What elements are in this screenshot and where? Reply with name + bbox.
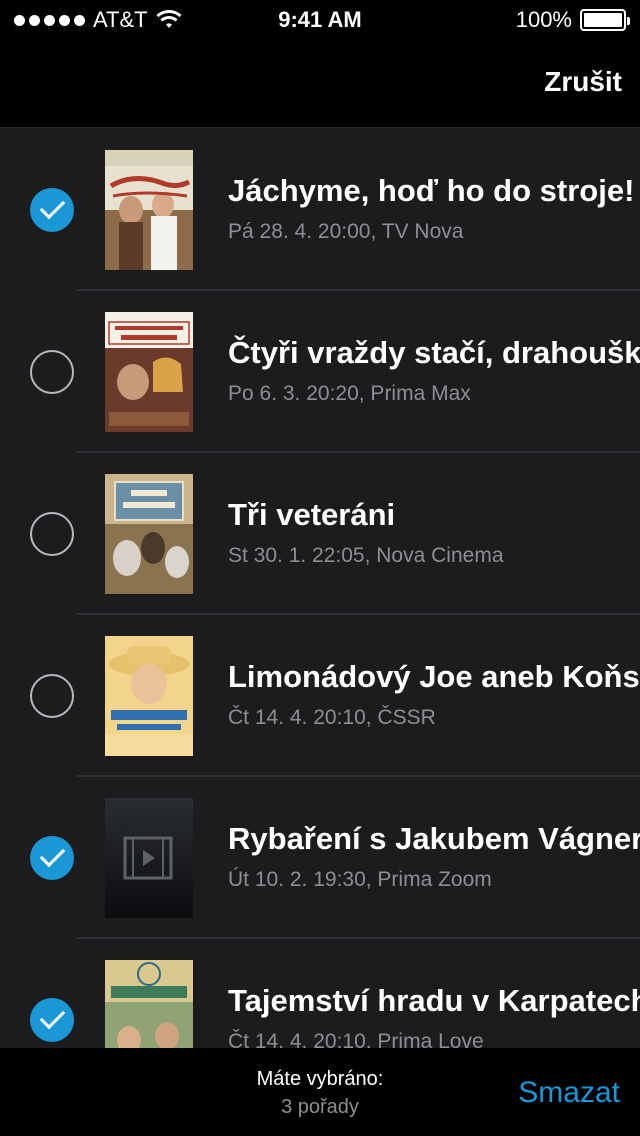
selection-checkbox[interactable] <box>30 350 74 394</box>
item-title: Limonádový Joe aneb Koňská opera <box>228 659 640 694</box>
signal-strength-icon <box>14 14 85 26</box>
item-title: Jáchyme, hoď ho do stroje! <box>228 173 635 208</box>
list-item[interactable]: Rybaření s Jakubem Vágnerem Út 10. 2. 19… <box>0 777 640 939</box>
carrier-label: AT&T <box>93 7 148 32</box>
selection-checkbox[interactable] <box>30 998 74 1042</box>
list-item[interactable]: Limonádový Joe aneb Koňská opera Čt 14. … <box>0 615 640 777</box>
list-item[interactable]: Tajemství hradu v Karpatech Čt 14. 4. 20… <box>0 939 640 1048</box>
status-right: 100% <box>515 7 630 33</box>
item-title: Rybaření s Jakubem Vágnerem <box>228 821 640 856</box>
item-meta: Čt 14. 4. 20:10, ČSSR <box>228 706 436 729</box>
item-title: Čtyři vraždy stačí, drahoušku <box>228 335 640 370</box>
nav-bar: Zrušit <box>0 40 640 128</box>
item-meta: St 30. 1. 22:05, Nova Cinema <box>228 544 504 567</box>
item-meta: Pá 28. 4. 20:00, TV Nova <box>228 220 464 243</box>
delete-button[interactable]: Smazat <box>518 1076 620 1110</box>
selection-checkbox[interactable] <box>30 836 74 880</box>
item-meta: Po 6. 3. 20:20, Prima Max <box>228 382 471 405</box>
battery-icon <box>580 9 630 31</box>
list-item[interactable]: Tři veteráni St 30. 1. 22:05, Nova Cinem… <box>0 453 640 615</box>
status-bar: AT&T 9:41 AM 100% <box>0 0 640 40</box>
poster-jachyme <box>105 150 193 270</box>
status-left: AT&T <box>14 7 182 33</box>
item-meta: Čt 14. 4. 20:10, Prima Love <box>228 1030 484 1048</box>
item-title: Tři veteráni <box>228 497 396 532</box>
item-title: Tajemství hradu v Karpatech <box>228 983 640 1018</box>
cancel-button[interactable]: Zrušit <box>544 66 622 98</box>
poster-tri-veterani <box>105 474 193 594</box>
selection-checkbox[interactable] <box>30 674 74 718</box>
selection-checkbox[interactable] <box>30 512 74 556</box>
wifi-icon <box>156 10 182 28</box>
item-meta: Út 10. 2. 19:30, Prima Zoom <box>228 868 492 891</box>
recordings-list: Jáchyme, hoď ho do stroje! Pá 28. 4. 20:… <box>0 129 640 1048</box>
list-item[interactable]: Čtyři vraždy stačí, drahoušku Po 6. 3. 2… <box>0 291 640 453</box>
video-placeholder-icon <box>105 798 193 918</box>
poster-limonadovy-joe <box>105 636 193 756</box>
list-item[interactable]: Jáchyme, hoď ho do stroje! Pá 28. 4. 20:… <box>0 129 640 291</box>
selection-toolbar: Máte vybráno: 3 pořady Smazat <box>0 1048 640 1136</box>
battery-percent: 100% <box>515 7 572 32</box>
selection-checkbox[interactable] <box>30 188 74 232</box>
poster-tajemstvi-hradu <box>105 960 193 1048</box>
poster-ctyri-vrazdy <box>105 312 193 432</box>
